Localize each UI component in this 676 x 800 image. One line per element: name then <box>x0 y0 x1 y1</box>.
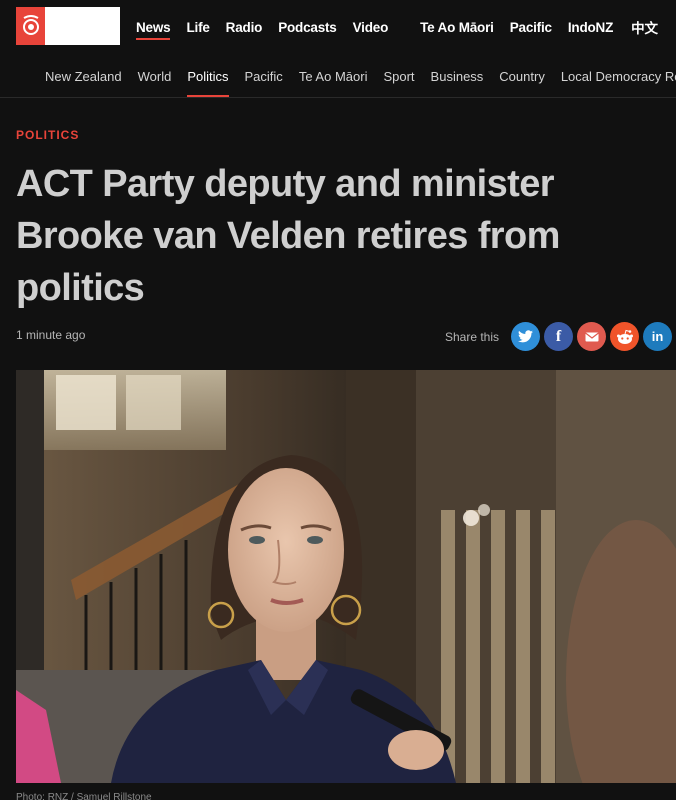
facebook-icon[interactable]: f <box>544 322 573 351</box>
nav-podcasts[interactable]: Podcasts <box>278 20 337 35</box>
subnav-item-te-ao-maori[interactable]: Te Ao Māori <box>299 69 368 84</box>
rnz-logo[interactable] <box>16 7 120 45</box>
logo-mark-icon <box>16 7 45 45</box>
subnav-item-country[interactable]: Country <box>499 69 545 84</box>
article-category[interactable]: POLITICS <box>16 128 79 142</box>
section-nav: New Zealand World Politics Pacific Te Ao… <box>0 52 676 98</box>
subnav-item-pacific[interactable]: Pacific <box>245 69 283 84</box>
nav-chinese[interactable]: 中文 <box>631 17 658 37</box>
nav-video[interactable]: Video <box>353 20 389 35</box>
photo-caption: Photo: RNZ / Samuel Rillstone <box>16 792 152 800</box>
primary-nav: News Life Radio Podcasts Video Te Ao Māo… <box>136 16 658 40</box>
subnav-item-sport[interactable]: Sport <box>383 69 414 84</box>
nav-news[interactable]: News <box>136 20 171 40</box>
nav-pacific[interactable]: Pacific <box>510 20 552 35</box>
twitter-icon[interactable] <box>511 322 540 351</box>
nav-te-ao-maori[interactable]: Te Ao Māori <box>420 20 494 35</box>
share-label: Share this <box>444 329 499 344</box>
share-bar: Share this f in <box>445 322 672 351</box>
subnav-item-world[interactable]: World <box>138 69 172 84</box>
subnav-item-local-democracy[interactable]: Local Democracy Re <box>561 69 676 84</box>
subnav-item-politics[interactable]: Politics <box>187 69 229 97</box>
logo-wordmark <box>45 7 120 45</box>
nav-radio[interactable]: Radio <box>226 20 263 35</box>
email-icon[interactable] <box>577 322 606 351</box>
subnav-item-business[interactable]: Business <box>431 69 484 84</box>
subnav-item-new-zealand[interactable]: New Zealand <box>45 69 122 84</box>
article-hero-photo <box>16 370 676 783</box>
reddit-icon[interactable] <box>610 322 639 351</box>
article-timestamp: 1 minute ago <box>16 328 86 342</box>
nav-indonz[interactable]: IndoNZ <box>568 20 613 35</box>
article-headline: ACT Party deputy and minister Brooke van… <box>16 163 560 309</box>
linkedin-icon[interactable]: in <box>643 322 672 351</box>
nav-life[interactable]: Life <box>186 20 209 35</box>
top-bar: News Life Radio Podcasts Video Te Ao Māo… <box>0 0 676 52</box>
